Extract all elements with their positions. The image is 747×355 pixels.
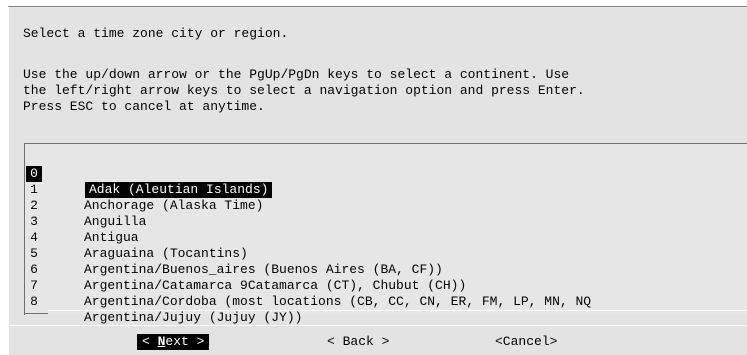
- item-label: Anguilla: [84, 214, 147, 229]
- list-item-8[interactable]: 8 Argentina/Jujuy (Jujuy (JY)): [25, 278, 302, 325]
- list-item-6[interactable]: 6 Argentina/Catamarca 9Catamarca (CT), C…: [25, 246, 466, 293]
- button-bar: < Next > < Back > <Cancel>: [9, 325, 747, 355]
- list-border-bottom: [24, 313, 48, 314]
- timezone-dialog: Select a time zone city or region. Use t…: [9, 7, 747, 355]
- list-item-3[interactable]: 3 Antigua: [25, 198, 139, 245]
- item-label: Argentina/Buenos_aires (Buenos Aires (BA…: [84, 262, 443, 277]
- next-label-rest: ext >: [165, 334, 205, 349]
- list-item-1[interactable]: 1 Anchorage (Alaska Time): [25, 166, 263, 213]
- list-border-highlight: [48, 310, 747, 311]
- item-label: Argentina/Catamarca 9Catamarca (CT), Chu…: [84, 278, 467, 293]
- item-label: Araguaina (Tocantins): [84, 246, 248, 261]
- item-label: Argentina/Cordoba (most locations (CB, C…: [84, 294, 592, 309]
- list-item-7[interactable]: 7 Argentina/Cordoba (most locations (CB,…: [25, 262, 591, 309]
- list-item-2[interactable]: 2 Anguilla: [25, 182, 146, 229]
- item-label: Anchorage (Alaska Time): [84, 198, 264, 213]
- timezone-list[interactable]: 0 Adak (Aleutian Islands) 1 Anchorage (A…: [24, 143, 747, 325]
- item-label: Antigua: [84, 230, 139, 245]
- back-button[interactable]: < Back >: [327, 334, 389, 350]
- cancel-button[interactable]: <Cancel>: [495, 334, 557, 350]
- list-item-4[interactable]: 4 Araguaina (Tocantins): [25, 214, 248, 261]
- item-label: Adak (Aleutian Islands): [85, 182, 273, 198]
- dialog-title: Select a time zone city or region.: [23, 26, 289, 41]
- instruction-line-2: the left/right arrow keys to select a na…: [23, 83, 585, 98]
- item-number: 8: [30, 294, 38, 309]
- list-item-5[interactable]: 5 Argentina/Buenos_aires (Buenos Aires (…: [25, 230, 443, 277]
- item-label: Argentina/Jujuy (Jujuy (JY)): [84, 310, 303, 325]
- next-prefix: <: [142, 334, 158, 349]
- instruction-line-1: Use the up/down arrow or the PgUp/PgDn k…: [23, 67, 570, 82]
- instruction-line-3: Press ESC to cancel at anytime.: [23, 99, 265, 114]
- list-item-0[interactable]: 0 Adak (Aleutian Islands): [25, 150, 273, 198]
- next-button[interactable]: < Next >: [137, 334, 210, 350]
